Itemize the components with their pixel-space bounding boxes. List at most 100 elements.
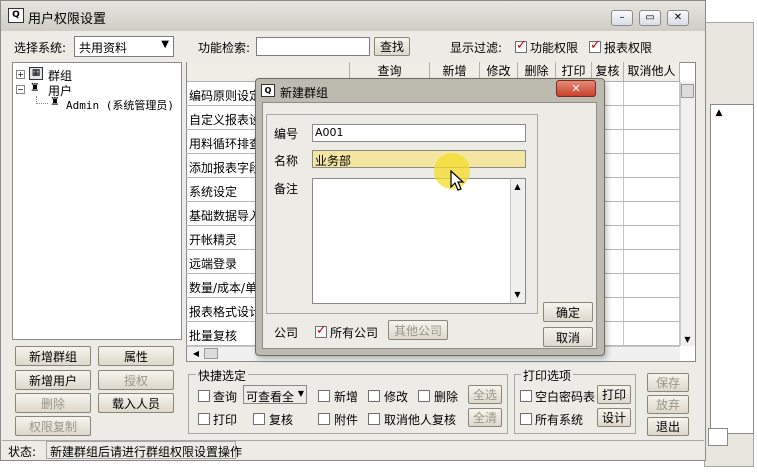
filter-label: 显示过滤:	[450, 41, 503, 55]
grid-scroll-thumb[interactable]	[681, 84, 694, 98]
search-input[interactable]	[256, 37, 370, 56]
permission-cell[interactable]	[624, 178, 680, 201]
exit-button[interactable]: 退出	[647, 417, 689, 436]
other-companies-button[interactable]: 其他公司	[388, 320, 448, 340]
clear-all-button[interactable]: 全清	[468, 408, 502, 427]
name-label: 名称	[274, 154, 299, 168]
chevron-down-icon: ▼	[161, 39, 169, 50]
new-user-button[interactable]: 新增用户	[15, 370, 91, 390]
title-bar	[1, 1, 705, 31]
note-scrollbar[interactable]	[510, 179, 525, 303]
print-options-title: 打印选项	[521, 367, 574, 384]
filter-function-checkbox[interactable]	[515, 38, 527, 53]
status-message: 新建群组后请进行群组权限设置操作	[50, 445, 243, 459]
name-input[interactable]: 业务部	[312, 150, 526, 168]
background-window-list	[710, 104, 754, 434]
note-scroll-down-icon[interactable]: ▼	[511, 289, 524, 301]
quick-chevron-down-icon: ▼	[297, 389, 304, 398]
quick-print-label: 打印	[213, 413, 238, 427]
ok-button[interactable]: 确定	[543, 302, 593, 322]
permission-cell[interactable]	[624, 322, 680, 345]
search-button[interactable]: 查找	[374, 37, 410, 56]
tree-item-admin[interactable]: Admin (系统管理员)	[66, 97, 174, 113]
permission-cell[interactable]	[624, 274, 680, 297]
tree-collapse-icon[interactable]: −	[16, 85, 25, 94]
tree-expand-icon[interactable]: +	[16, 70, 25, 79]
design-button[interactable]: 设计	[597, 408, 631, 427]
note-scroll-up-icon[interactable]: ▲	[511, 181, 524, 193]
permission-cell[interactable]	[624, 202, 680, 225]
save-button[interactable]: 保存	[647, 373, 689, 392]
delete-button[interactable]: 删除	[15, 393, 91, 413]
dialog-close-button[interactable]: ✕	[556, 80, 596, 97]
name-input-value: 业务部	[315, 154, 352, 168]
minimize-button[interactable]: –	[611, 10, 633, 26]
quick-query-select-value: 可查看全	[246, 390, 295, 404]
permission-cell[interactable]	[624, 82, 680, 105]
select-all-button[interactable]: 全选	[468, 385, 502, 404]
quick-attach-label: 附件	[334, 413, 359, 427]
background-window-scroll-up-icon[interactable]: ▲	[712, 106, 726, 120]
quick-query-label: 查询	[213, 390, 238, 404]
user-icon: ♜	[30, 81, 40, 94]
tree-connector	[36, 96, 48, 104]
copy-permissions-button[interactable]: 权限复制	[15, 416, 91, 436]
quick-query-select[interactable]: 可查看全 ▼	[243, 385, 307, 404]
all-systems-checkbox[interactable]	[520, 413, 532, 425]
quick-review-label: 复核	[269, 413, 294, 427]
filter-function-label: 功能权限	[530, 41, 579, 55]
all-companies-checkbox[interactable]	[315, 323, 327, 338]
quick-cancel-review-label: 取消他人复核	[384, 413, 457, 427]
code-input[interactable]: A001	[312, 124, 526, 142]
note-textarea[interactable]	[312, 178, 526, 304]
status-label: 状态:	[8, 445, 37, 459]
discard-button[interactable]: 放弃	[647, 395, 689, 414]
quick-new-label: 新增	[334, 390, 359, 404]
dialog-title: 新建群组	[280, 86, 329, 100]
admin-icon: ♜	[50, 95, 60, 108]
system-select[interactable]: 共用资料 ▼	[74, 36, 174, 57]
quick-new-checkbox[interactable]	[318, 390, 330, 402]
grid-hscroll-thumb[interactable]	[204, 348, 218, 359]
grant-button[interactable]: 授权	[98, 370, 174, 390]
note-label: 备注	[274, 182, 299, 196]
search-label: 功能检索:	[198, 41, 251, 55]
grid-header-cancel-others[interactable]: 取消他人	[624, 62, 680, 82]
attributes-button[interactable]: 属性	[98, 346, 174, 366]
all-companies-label: 所有公司	[330, 326, 379, 340]
quick-query-checkbox[interactable]	[198, 390, 210, 402]
code-input-value: A001	[315, 126, 344, 139]
quick-cancel-review-checkbox[interactable]	[368, 413, 380, 425]
permission-cell[interactable]	[624, 250, 680, 273]
quick-select-title: 快捷选定	[196, 367, 249, 384]
permission-cell[interactable]	[624, 130, 680, 153]
quick-review-checkbox[interactable]	[253, 413, 265, 425]
quick-print-checkbox[interactable]	[198, 413, 210, 425]
background-window-input[interactable]	[708, 428, 728, 446]
grid-vertical-scrollbar[interactable]	[680, 82, 695, 346]
permission-cell[interactable]	[624, 106, 680, 129]
filter-report-checkbox[interactable]	[589, 38, 601, 53]
cancel-button[interactable]: 取消	[543, 327, 593, 347]
scroll-left-icon[interactable]: ◀	[190, 348, 202, 360]
import-users-button[interactable]: 载入人员	[98, 393, 174, 413]
quick-delete-checkbox[interactable]	[418, 390, 430, 402]
window-title: 用户权限设置	[28, 12, 107, 27]
dialog-icon: Q	[261, 84, 275, 97]
permission-cell[interactable]	[624, 298, 680, 321]
quick-modify-label: 修改	[384, 390, 409, 404]
filter-report-label: 报表权限	[604, 41, 653, 55]
system-select-value: 共用资料	[79, 41, 128, 55]
quick-attach-checkbox[interactable]	[318, 413, 330, 425]
new-group-button[interactable]: 新增群组	[15, 346, 91, 366]
permission-cell[interactable]	[624, 154, 680, 177]
permission-cell[interactable]	[624, 226, 680, 249]
quick-delete-label: 删除	[434, 390, 459, 404]
close-button[interactable]: ✕	[667, 10, 689, 26]
print-button[interactable]: 打印	[597, 385, 631, 404]
blank-password-checkbox[interactable]	[520, 390, 532, 402]
maximize-button[interactable]: ▭	[639, 10, 661, 26]
quick-modify-checkbox[interactable]	[368, 390, 380, 402]
system-label: 选择系统:	[14, 41, 67, 55]
scroll-down-icon[interactable]: ▼	[681, 334, 694, 346]
